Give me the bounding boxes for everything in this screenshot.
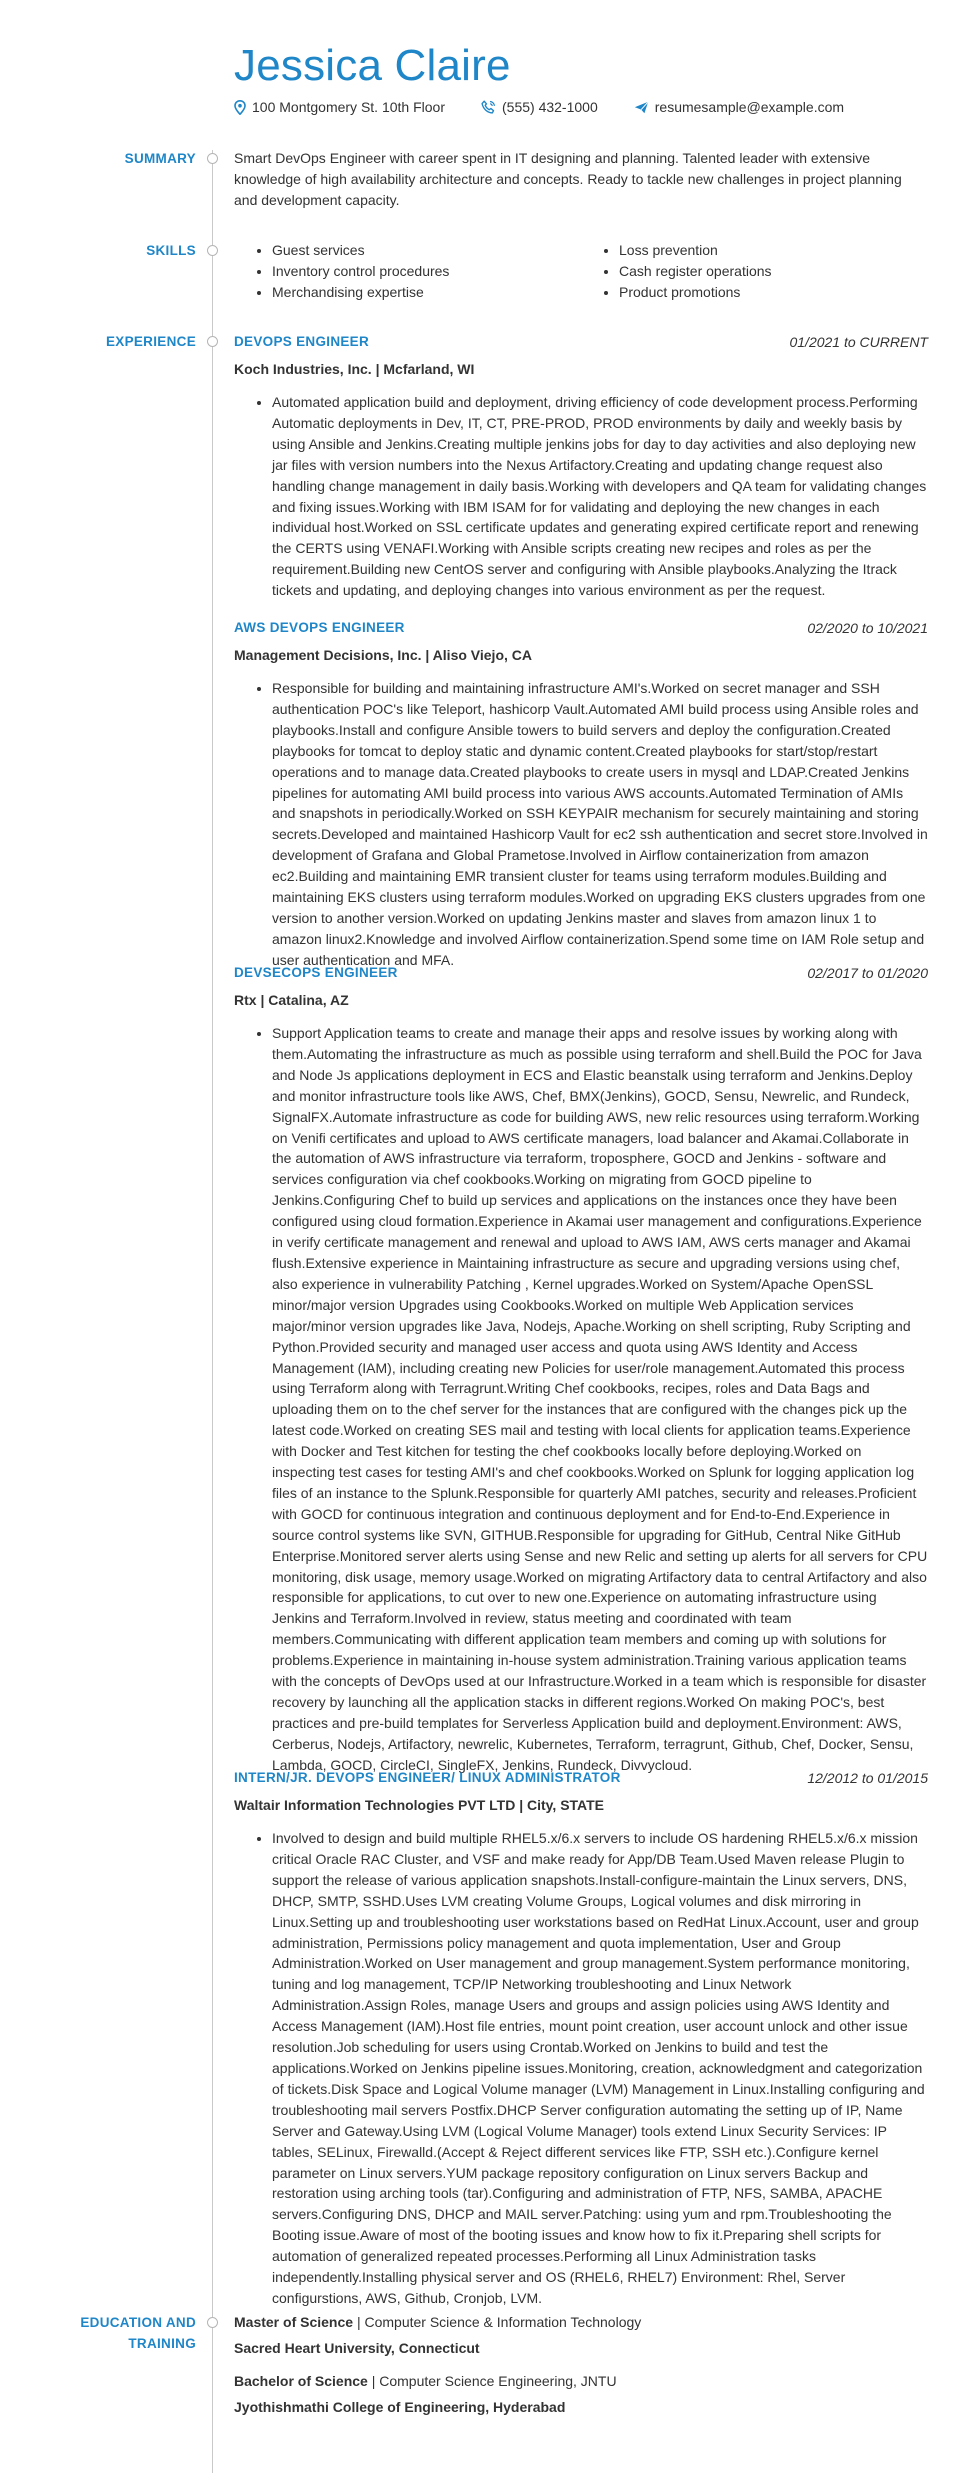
job-duties: Automated application build and deployme… <box>234 392 928 601</box>
job-duties: Responsible for building and maintaining… <box>234 678 928 971</box>
education-entry: Master of Science | Computer Science & I… <box>234 2312 928 2358</box>
degree-name: Bachelor of Science <box>234 2373 368 2389</box>
skill-item: Inventory control procedures <box>272 261 581 282</box>
job-company: Waltair Information Technologies PVT LTD… <box>234 1797 605 1813</box>
skills-column-left: Guest services Inventory control procedu… <box>234 240 581 303</box>
job-duties: Involved to design and build multiple RH… <box>234 1828 928 2309</box>
phone-text: (555) 432-1000 <box>502 99 598 115</box>
job-title: DEVSECOPS ENGINEER <box>234 965 398 980</box>
job-duties: Support Application teams to create and … <box>234 1023 928 1776</box>
experience-entry: AWS DEVOPS ENGINEER 02/2020 to 10/2021 M… <box>234 617 928 971</box>
contact-address: 100 Montgomery St. 10th Floor <box>234 99 445 115</box>
resume-header: Jessica Claire 100 Montgomery St. 10th F… <box>234 38 924 117</box>
degree-field: Computer Science Engineering, JNTU <box>379 2373 617 2389</box>
contact-email[interactable]: resumesample@example.com <box>634 99 844 115</box>
job-title: DEVOPS ENGINEER <box>234 334 370 349</box>
timeline-line <box>212 150 213 2473</box>
job-company: Rtx | Catalina, AZ <box>234 992 349 1008</box>
job-dates: 02/2020 to 10/2021 <box>807 620 928 636</box>
contact-info: 100 Montgomery St. 10th Floor (555) 432-… <box>234 97 924 117</box>
summary-heading: SUMMARY <box>124 151 196 166</box>
candidate-name: Jessica Claire <box>234 41 511 90</box>
address-text: 100 Montgomery St. 10th Floor <box>252 99 445 115</box>
degree-line: Bachelor of Science | Computer Science E… <box>234 2371 928 2391</box>
experience-entry: DEVSECOPS ENGINEER 02/2017 to 01/2020 Rt… <box>234 962 928 1776</box>
job-duty-item: Automated application build and deployme… <box>272 392 928 601</box>
job-dates: 12/2012 to 01/2015 <box>807 1770 928 1786</box>
experience-entry: DEVOPS ENGINEER 01/2021 to CURRENT Koch … <box>234 331 928 601</box>
education-heading: EDUCATION AND TRAINING <box>20 2312 196 2354</box>
skill-item: Loss prevention <box>619 240 928 261</box>
job-header: DEVSECOPS ENGINEER 02/2017 to 01/2020 <box>234 962 928 984</box>
location-pin-icon <box>234 99 246 115</box>
email-text: resumesample@example.com <box>654 99 845 115</box>
job-title: INTERN/JR. DEVOPS ENGINEER/ LINUX ADMINI… <box>234 1770 621 1785</box>
job-duty-item: Involved to design and build multiple RH… <box>272 1828 928 2309</box>
education-heading-line2: TRAINING <box>128 2336 196 2351</box>
school-name: Jyothishmathi College of Engineering, Hy… <box>234 2399 566 2415</box>
job-duty-item: Support Application teams to create and … <box>272 1023 928 1776</box>
job-header: INTERN/JR. DEVOPS ENGINEER/ LINUX ADMINI… <box>234 1767 928 1789</box>
timeline-dot <box>207 2317 218 2328</box>
skills-heading: SKILLS <box>146 243 196 258</box>
phone-icon <box>481 100 495 114</box>
job-title: AWS DEVOPS ENGINEER <box>234 620 405 635</box>
timeline-dot <box>207 245 218 256</box>
degree-line: Master of Science | Computer Science & I… <box>234 2312 928 2332</box>
school-name: Sacred Heart University, Connecticut <box>234 2340 480 2356</box>
timeline-dot <box>207 153 218 164</box>
job-duty-item: Responsible for building and maintaining… <box>272 678 928 971</box>
skill-item: Guest services <box>272 240 581 261</box>
job-company: Koch Industries, Inc. | Mcfarland, WI <box>234 361 475 377</box>
timeline-dot <box>207 336 218 347</box>
skill-item: Merchandising expertise <box>272 282 581 303</box>
job-dates: 01/2021 to CURRENT <box>789 334 928 350</box>
degree-name: Master of Science <box>234 2314 354 2330</box>
skill-item: Product promotions <box>619 282 928 303</box>
job-header: AWS DEVOPS ENGINEER 02/2020 to 10/2021 <box>234 617 928 639</box>
email-send-icon <box>634 100 649 113</box>
job-dates: 02/2017 to 01/2020 <box>807 965 928 981</box>
experience-heading: EXPERIENCE <box>105 334 196 349</box>
education-heading-line1: EDUCATION AND <box>80 2315 196 2330</box>
skills-list: Guest services Inventory control procedu… <box>234 240 928 303</box>
summary-body: Smart DevOps Engineer with career spent … <box>234 148 928 211</box>
skills-column-right: Loss prevention Cash register operations… <box>581 240 928 303</box>
summary-text: Smart DevOps Engineer with career spent … <box>234 150 902 208</box>
job-header: DEVOPS ENGINEER 01/2021 to CURRENT <box>234 331 928 353</box>
contact-phone[interactable]: (555) 432-1000 <box>481 99 598 115</box>
experience-entry: INTERN/JR. DEVOPS ENGINEER/ LINUX ADMINI… <box>234 1767 928 2309</box>
degree-field: Computer Science & Information Technolog… <box>364 2314 642 2330</box>
job-company: Management Decisions, Inc. | Aliso Viejo… <box>234 647 532 663</box>
education-entry: Bachelor of Science | Computer Science E… <box>234 2371 928 2417</box>
skill-item: Cash register operations <box>619 261 928 282</box>
